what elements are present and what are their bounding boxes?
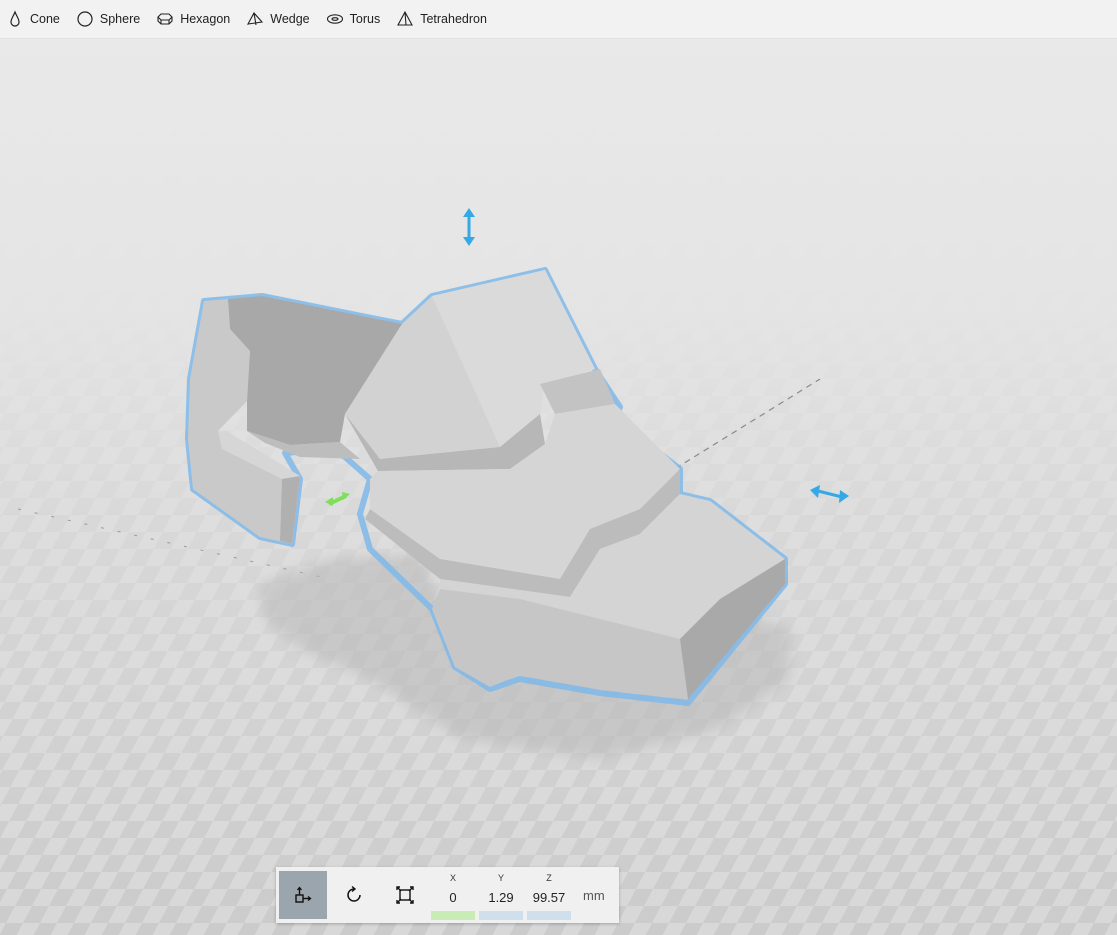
hexagon-button[interactable]: Hexagon (152, 3, 242, 35)
wedge-icon (246, 10, 264, 28)
tetrahedron-icon (396, 10, 414, 28)
z-axis-indicator (527, 911, 571, 920)
tetrahedron-label: Tetrahedron (420, 12, 487, 26)
y-axis-label: Y (497, 873, 504, 883)
x-axis-label: X (449, 873, 456, 883)
rotate-icon (347, 885, 361, 902)
wedge-label: Wedge (270, 12, 310, 26)
x-value[interactable]: 0 (449, 890, 456, 905)
tetrahedron-button[interactable]: Tetrahedron (392, 3, 499, 35)
shape-toolbar: Cone Sphere Hexagon Wedge Torus Tetrahed… (0, 0, 1117, 39)
cone-label: Cone (30, 12, 60, 26)
wedge-button[interactable]: Wedge (242, 3, 321, 35)
hexagon-icon (156, 10, 174, 28)
y-coordinate[interactable]: Y 1.29 (477, 867, 525, 923)
z-coordinate[interactable]: Z 99.57 (525, 867, 573, 923)
y-axis-indicator (479, 911, 523, 920)
x-coordinate[interactable]: X 0 (429, 867, 477, 923)
torus-icon (326, 10, 344, 28)
scale-tool-button[interactable] (381, 871, 429, 919)
3d-viewport[interactable] (0, 39, 1117, 935)
x-axis-indicator (431, 911, 475, 920)
move-tool-button[interactable] (279, 871, 327, 919)
sphere-label: Sphere (99, 12, 141, 26)
cone-button[interactable]: Cone (2, 3, 72, 35)
cone-icon (6, 10, 24, 28)
unit-label: mm (583, 887, 605, 903)
scene (0, 39, 1117, 935)
move-icon (295, 886, 312, 903)
sphere-button[interactable]: Sphere (72, 3, 152, 35)
torus-button[interactable]: Torus (322, 3, 393, 35)
sphere-icon (76, 10, 94, 28)
torus-label: Torus (349, 12, 381, 26)
hexagon-label: Hexagon (180, 12, 231, 26)
z-axis-label: Z (546, 873, 552, 883)
y-value[interactable]: 1.29 (488, 890, 513, 905)
z-value[interactable]: 99.57 (533, 890, 566, 905)
transform-panel: X 0 Y 1.29 Z 99.57 mm (276, 867, 619, 923)
scale-icon (396, 886, 414, 904)
rotate-tool-button[interactable] (330, 871, 378, 919)
